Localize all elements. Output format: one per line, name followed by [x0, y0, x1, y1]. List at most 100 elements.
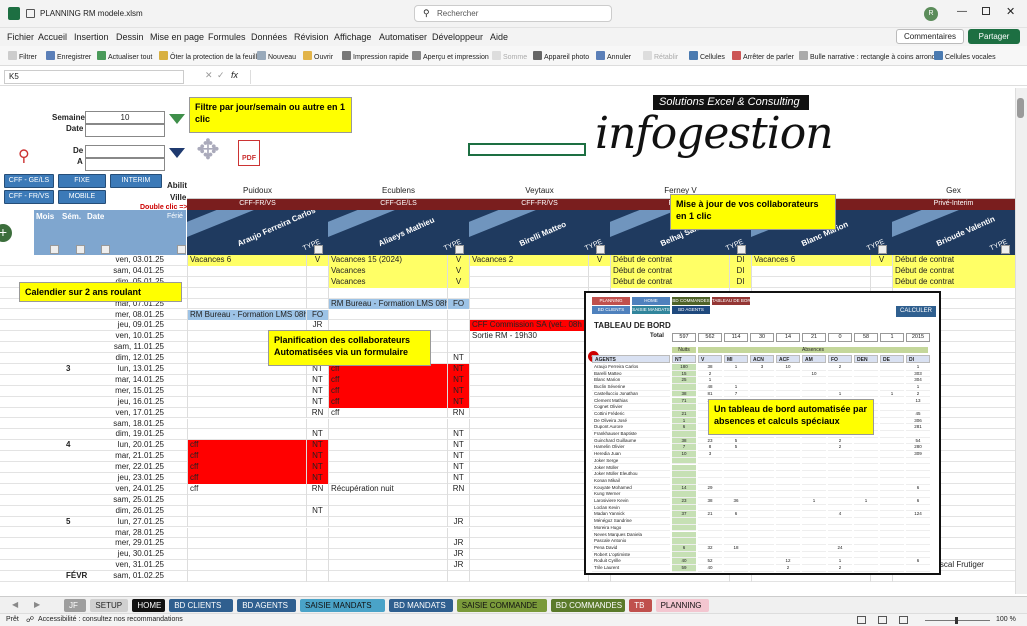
filter-dropdown-icon[interactable] — [76, 245, 85, 254]
planning-cell[interactable] — [469, 342, 588, 354]
planning-cell[interactable]: Vacances — [328, 265, 447, 277]
cff-ge-button[interactable]: CFF - GE/LS — [4, 174, 54, 188]
dashboard-nav-button[interactable]: PLANNING — [592, 297, 630, 305]
type-cell[interactable] — [447, 505, 469, 517]
planning-cell[interactable] — [328, 309, 447, 321]
planning-cell[interactable] — [187, 549, 306, 561]
menu-insertion[interactable]: Insertion — [74, 32, 109, 42]
type-cell[interactable] — [588, 276, 610, 288]
cff-fr-button[interactable]: CFF - FR/VS — [4, 190, 54, 204]
type-cell[interactable] — [306, 549, 328, 561]
filter-dropdown-icon[interactable] — [1001, 245, 1010, 254]
planning-cell[interactable]: Début de contrat — [892, 265, 1015, 277]
type-cell[interactable]: NT — [447, 462, 469, 473]
planning-cell[interactable]: cff — [328, 396, 447, 408]
ribbon-print-preview[interactable]: Aperçu et impression — [412, 51, 489, 61]
planning-cell[interactable] — [328, 560, 447, 572]
planning-cell[interactable]: Début de contrat — [610, 276, 729, 288]
planning-cell[interactable]: cff — [187, 483, 306, 495]
type-cell[interactable] — [306, 516, 328, 528]
planning-cell[interactable]: cff — [328, 407, 447, 419]
planning-cell[interactable] — [187, 276, 306, 288]
planning-cell[interactable] — [469, 560, 588, 572]
type-cell[interactable] — [306, 538, 328, 550]
tab-bd-agents[interactable]: BD AGENTS — [237, 599, 296, 612]
normal-view-icon[interactable] — [857, 616, 866, 624]
ribbon-camera[interactable]: Appareil photo — [533, 51, 589, 61]
planning-cell[interactable] — [469, 462, 588, 473]
planning-cell[interactable] — [328, 549, 447, 561]
type-cell[interactable]: JR — [447, 516, 469, 528]
scrollbar-thumb[interactable] — [1017, 98, 1024, 118]
vertical-scrollbar[interactable] — [1015, 88, 1027, 594]
planning-cell[interactable] — [469, 385, 588, 397]
ribbon-unprotect[interactable]: Ôter la protection de la feuille — [159, 51, 261, 61]
ribbon-open[interactable]: Ouvrir — [303, 51, 333, 61]
tab-bd-mandats[interactable]: BD MANDATS — [388, 599, 453, 612]
planning-cell[interactable]: cff — [187, 440, 306, 452]
filter-dropdown-icon[interactable] — [596, 245, 605, 254]
planning-cell[interactable] — [328, 429, 447, 441]
type-cell[interactable] — [447, 331, 469, 343]
type-cell[interactable] — [447, 342, 469, 354]
planning-cell[interactable] — [469, 549, 588, 561]
type-cell[interactable]: NT — [447, 440, 469, 452]
planning-cell[interactable]: cff — [187, 451, 306, 463]
menu-affichage[interactable]: Affichage — [334, 32, 371, 42]
selected-cell[interactable] — [468, 143, 586, 156]
type-cell[interactable]: NT — [447, 385, 469, 397]
add-button[interactable]: + — [0, 224, 12, 242]
menu-donnees[interactable]: Données — [251, 32, 287, 42]
planning-cell[interactable] — [469, 451, 588, 463]
accessibility-status[interactable]: Accessibilité : consultez nos recommanda… — [38, 616, 183, 623]
planning-cell[interactable] — [328, 418, 447, 430]
menu-accueil[interactable]: Accueil — [38, 32, 67, 42]
planning-cell[interactable]: cff — [328, 374, 447, 386]
filter-dropdown-icon[interactable] — [878, 245, 887, 254]
planning-cell[interactable] — [328, 527, 447, 539]
planning-cell[interactable] — [469, 571, 588, 582]
type-cell[interactable]: V — [588, 255, 610, 266]
type-cell[interactable] — [447, 418, 469, 430]
planning-cell[interactable] — [187, 287, 306, 299]
type-cell[interactable]: NT — [306, 429, 328, 441]
planning-cell[interactable] — [328, 505, 447, 517]
planning-cell[interactable]: Vacances 2 — [469, 255, 588, 266]
type-cell[interactable]: V — [447, 276, 469, 288]
avatar[interactable]: R — [924, 7, 938, 21]
planning-cell[interactable] — [187, 538, 306, 550]
type-cell[interactable] — [306, 265, 328, 277]
type-cell[interactable]: NT — [306, 451, 328, 463]
tab-next-icon[interactable]: ▶ — [34, 600, 40, 609]
type-cell[interactable]: NT — [447, 473, 469, 484]
tab-tb[interactable]: TB — [629, 599, 652, 612]
menu-developpeur[interactable]: Développeur — [432, 32, 483, 42]
dashboard-nav-button[interactable]: HOME — [632, 297, 670, 305]
fixe-button[interactable]: FIXE — [58, 174, 106, 188]
planning-cell[interactable] — [187, 396, 306, 408]
filter-dropdown-icon[interactable] — [50, 245, 59, 254]
planning-cell[interactable] — [328, 287, 447, 299]
menu-revision[interactable]: Révision — [294, 32, 329, 42]
type-cell[interactable]: RN — [306, 483, 328, 495]
planning-cell[interactable] — [469, 265, 588, 277]
planning-cell[interactable] — [187, 385, 306, 397]
planning-cell[interactable] — [328, 538, 447, 550]
type-cell[interactable] — [306, 276, 328, 288]
type-cell[interactable] — [306, 298, 328, 310]
semaine-input[interactable]: 10 — [85, 111, 165, 124]
planning-cell[interactable]: Début de contrat — [892, 255, 1015, 266]
zoom-level[interactable]: 100 % — [996, 616, 1016, 623]
dashboard-nav-button[interactable]: BD COMMANDES — [672, 297, 710, 305]
menu-dessin[interactable]: Dessin — [116, 32, 144, 42]
minimize-icon[interactable]: — — [957, 6, 967, 17]
type-cell[interactable]: NT — [447, 396, 469, 408]
planning-cell[interactable] — [187, 374, 306, 386]
filter-dropdown-icon[interactable] — [177, 245, 186, 254]
type-cell[interactable]: NT — [447, 353, 469, 364]
search-box[interactable]: ⚲ Rechercher — [414, 5, 612, 22]
de-input[interactable] — [85, 145, 165, 158]
planning-cell[interactable] — [469, 364, 588, 375]
pdf-icon[interactable]: PDF — [238, 140, 260, 166]
filter-dropdown-icon[interactable] — [101, 245, 110, 254]
